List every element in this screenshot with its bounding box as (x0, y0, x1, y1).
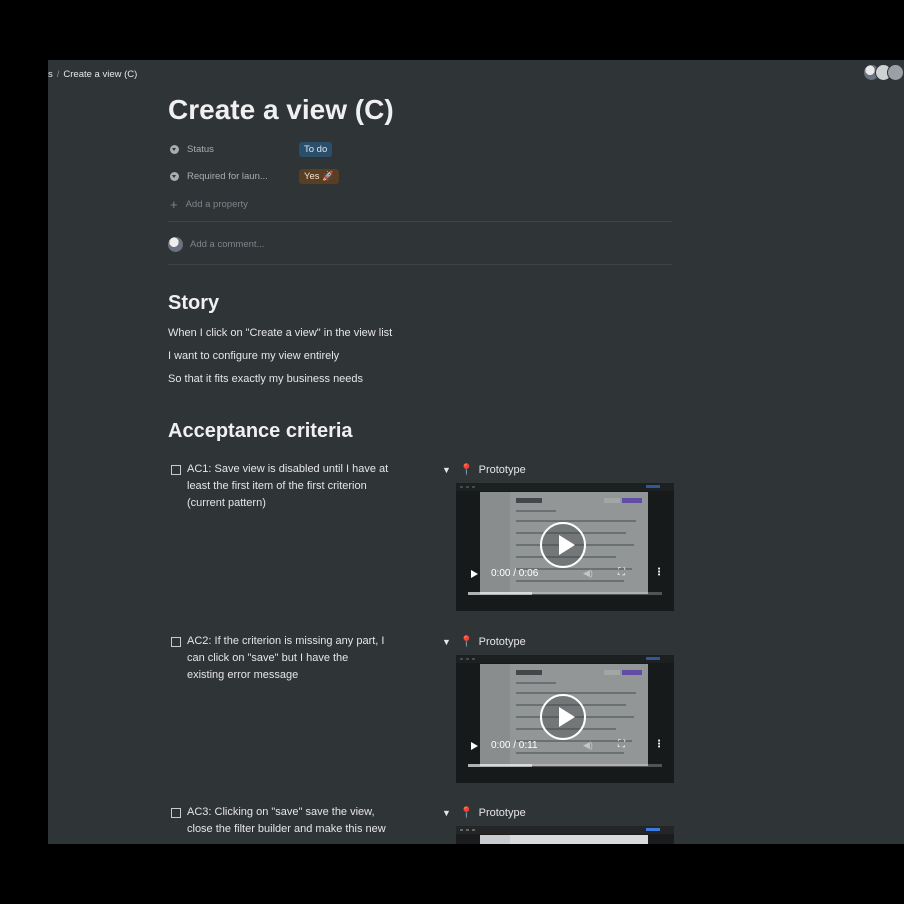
prototype-toggle[interactable]: ▼ 📍 Prototype (442, 463, 526, 477)
prototype-video-player[interactable]: 0:00 / 0:11 ◀) ⛶ ⋮ (456, 655, 674, 783)
story-line[interactable]: When I click on "Create a view" in the v… (168, 327, 392, 339)
prototype-video-player[interactable] (456, 826, 674, 844)
launch-badge[interactable]: Yes 🚀 (299, 168, 339, 184)
play-icon[interactable] (471, 742, 478, 750)
breadcrumb-current[interactable]: Create a view (C) (63, 69, 137, 80)
avatar[interactable] (887, 64, 904, 81)
triangle-down-icon[interactable]: ▼ (442, 637, 451, 647)
toggle-label: Prototype (478, 635, 526, 648)
video-time: 0:00 / 0:06 (491, 568, 539, 579)
story-heading[interactable]: Story (168, 292, 219, 315)
volume-icon[interactable]: ◀) (583, 568, 593, 579)
more-options-icon[interactable]: ⋮ (654, 739, 664, 750)
toggle-label: Prototype (478, 806, 526, 819)
toggle-label: Prototype (478, 463, 526, 476)
ac-line: can click on "save" but I have the (187, 652, 349, 664)
plus-icon: + (170, 196, 178, 212)
ac2-checkbox[interactable] (171, 637, 181, 647)
more-options-icon[interactable]: ⋮ (654, 567, 664, 578)
comment-input[interactable]: Add a comment... (168, 236, 264, 252)
fullscreen-icon[interactable]: ⛶ (618, 739, 625, 750)
avatar (168, 236, 183, 252)
chevron-circle-icon (170, 171, 179, 181)
ac-line: AC2: If the criterion is missing any par… (187, 635, 385, 647)
fullscreen-icon[interactable]: ⛶ (618, 567, 625, 578)
comment-placeholder: Add a comment... (190, 238, 265, 250)
story-line[interactable]: So that it fits exactly my business need… (168, 373, 363, 385)
play-button[interactable] (540, 522, 586, 568)
ac-line: AC3: Clicking on "save" save the view, (187, 806, 375, 818)
video-time: 0:00 / 0:11 (491, 740, 538, 751)
status-badge[interactable]: To do (299, 141, 333, 157)
volume-icon[interactable]: ◀) (583, 740, 593, 751)
ac3-checkbox[interactable] (171, 808, 181, 818)
property-label: Required for laun... (187, 170, 268, 182)
prototype-toggle[interactable]: ▼ 📍 Prototype (442, 806, 526, 820)
chevron-circle-icon (170, 144, 179, 154)
collaborator-avatars[interactable] (863, 64, 904, 81)
notion-page-window: s / Create a view (C) Create a view (C) St… (48, 60, 904, 844)
property-row-required-for-launch[interactable]: Required for laun... Yes 🚀 (170, 167, 339, 185)
video-progress-bar[interactable] (468, 592, 662, 595)
video-browser-bar (456, 826, 674, 834)
pushpin-icon: 📍 (459, 464, 474, 476)
ac-line: close the filter builder and make this n… (187, 823, 386, 835)
ac-line: AC1: Save view is disabled until I have … (187, 463, 389, 475)
breadcrumb-separator: / (56, 69, 60, 80)
ac-line: (current pattern) (187, 497, 266, 509)
pushpin-icon: 📍 (459, 636, 474, 648)
video-progress-bar[interactable] (468, 764, 662, 767)
add-property-label: Add a property (185, 198, 248, 210)
add-property-button[interactable]: + Add a property (170, 195, 248, 213)
ac2-text[interactable]: AC2: If the criterion is missing any par… (187, 633, 415, 684)
play-button[interactable] (540, 694, 586, 740)
page-title[interactable]: Create a view (C) (168, 94, 394, 126)
breadcrumb-parent[interactable]: s (48, 69, 53, 80)
play-icon[interactable] (471, 570, 478, 578)
ac1-text[interactable]: AC1: Save view is disabled until I have … (187, 461, 415, 512)
story-line[interactable]: I want to configure my view entirely (168, 350, 339, 362)
breadcrumb: s / Create a view (C) (48, 69, 137, 80)
triangle-down-icon[interactable]: ▼ (442, 465, 451, 475)
prototype-toggle[interactable]: ▼ 📍 Prototype (442, 635, 526, 649)
divider (168, 221, 672, 222)
ac3-text[interactable]: AC3: Clicking on "save" save the view, c… (187, 804, 415, 838)
acceptance-criteria-heading[interactable]: Acceptance criteria (168, 420, 353, 443)
video-frame (480, 835, 648, 844)
ac-line: least the first item of the first criter… (187, 480, 367, 492)
pushpin-icon: 📍 (459, 807, 474, 819)
triangle-down-icon[interactable]: ▼ (442, 808, 451, 818)
divider (168, 264, 672, 265)
prototype-video-player[interactable]: 0:00 / 0:06 ◀) ⛶ ⋮ (456, 483, 674, 611)
ac-line: existing error message (187, 669, 299, 681)
property-label: Status (187, 143, 214, 155)
ac1-checkbox[interactable] (171, 465, 181, 475)
property-row-status[interactable]: Status To do (170, 140, 333, 158)
